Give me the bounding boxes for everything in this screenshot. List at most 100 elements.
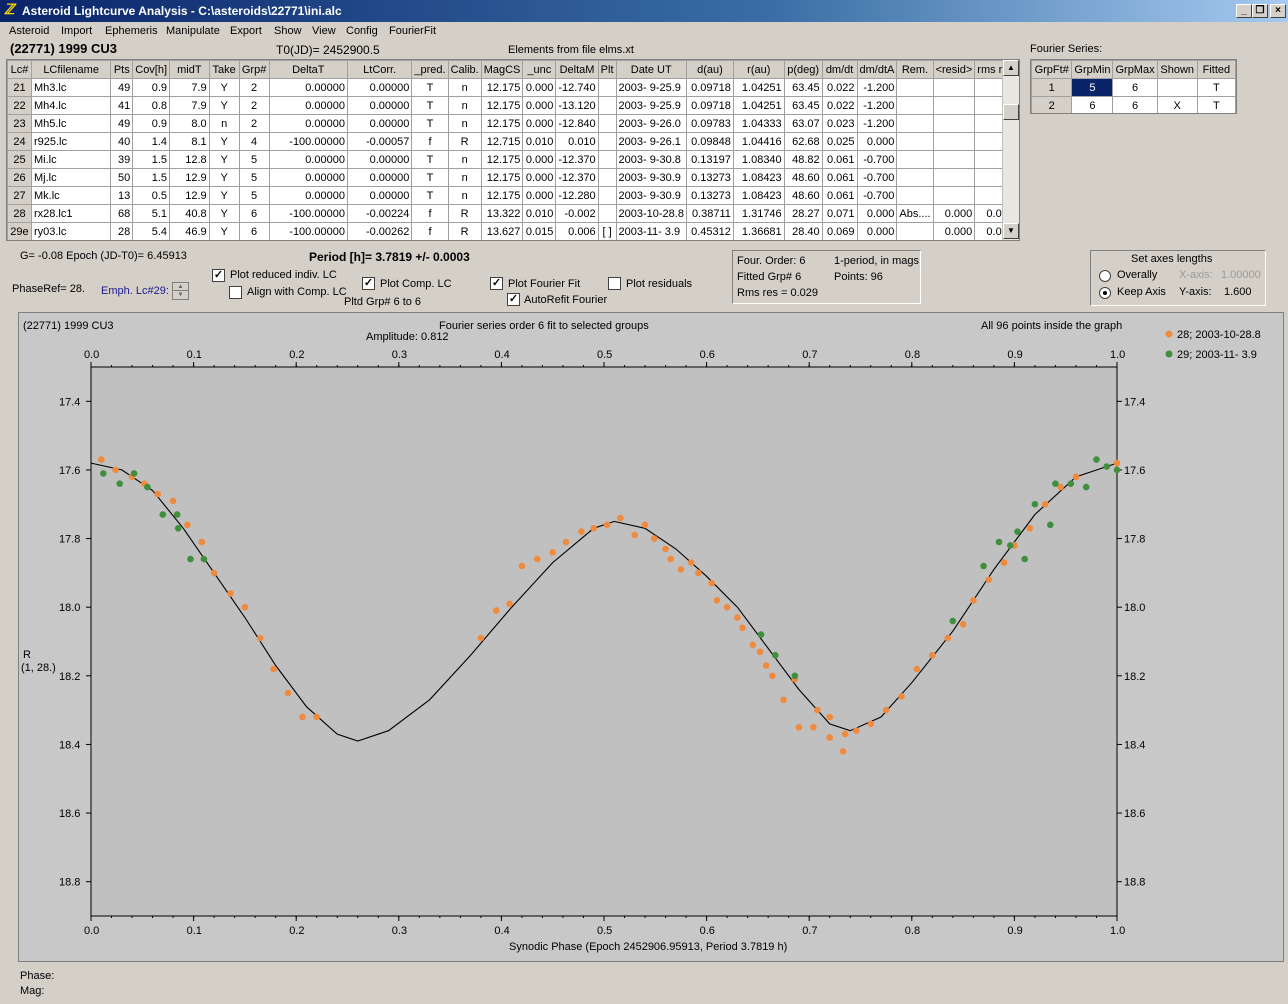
table-cell[interactable]: Y [208,96,240,115]
table-cell[interactable]: 0.061 [821,168,858,187]
row-number-cell[interactable]: 26 [7,168,32,187]
table-cell[interactable]: -12.740 [555,78,599,97]
table-cell[interactable]: 1.04251 [732,96,785,115]
table-cell[interactable]: 13 [110,186,134,205]
table-cell[interactable]: 0.000 [856,204,898,223]
table-cell[interactable] [597,78,617,97]
table-cell[interactable]: 5 [238,150,270,169]
table-cell[interactable]: n [447,78,482,97]
table-cell[interactable]: 0.00000 [268,96,348,115]
table-row[interactable]: 27 Mk.lc 13 0.5 12.9 Y 5 0.00000 0.00000 Tn 12.175… [7,186,1019,205]
table-cell[interactable]: 28 [110,222,134,240]
column-header[interactable]: LCfilename [30,60,112,79]
table-cell[interactable]: -12.280 [555,186,599,205]
table-cell[interactable]: 8.0 [169,114,210,133]
table-cell[interactable]: 2003- 9-26.0 [615,114,687,133]
table-cell[interactable]: 48.82 [783,150,823,169]
table-cell[interactable] [932,78,976,97]
table-cell[interactable]: 0.5 [132,186,171,205]
table-cell[interactable]: n [447,96,482,115]
table-cell[interactable]: 0.023 [821,114,858,133]
table-cell[interactable]: 6 [238,204,270,223]
table-cell[interactable]: 63.45 [783,96,823,115]
table-cell[interactable]: 12.175 [480,150,524,169]
table-cell[interactable]: Y [208,168,240,187]
menu-fourierfit[interactable]: FourierFit [389,25,436,37]
table-cell[interactable] [932,132,976,151]
fourier-column-header[interactable]: GrpFt# [1031,60,1073,79]
table-cell[interactable]: Y [208,222,240,240]
table-cell[interactable]: 40 [110,132,134,151]
table-cell[interactable]: Mh4.lc [30,96,112,115]
fourier-table-cell[interactable]: X [1156,96,1198,113]
table-cell[interactable]: 0.00000 [346,78,413,97]
fourier-table-cell[interactable]: 5 [1071,78,1114,97]
table-cell[interactable]: 0.000 [522,186,557,205]
table-cell[interactable]: Mh3.lc [30,78,112,97]
scroll-thumb[interactable] [1003,104,1019,120]
table-cell[interactable]: 0.00000 [346,168,413,187]
menu-config[interactable]: Config [346,25,378,37]
menu-manipulate[interactable]: Manipulate [166,25,220,37]
scroll-down-icon[interactable]: ▼ [1003,223,1019,239]
table-cell[interactable]: 0.000 [932,222,976,240]
table-cell[interactable]: 12.715 [480,132,524,151]
yaxis-value[interactable]: 1.600 [1224,286,1252,298]
table-cell[interactable]: 1.5 [132,150,171,169]
column-header[interactable]: Take [208,60,240,79]
table-cell[interactable]: -100.00000 [268,132,348,151]
spin-up-icon[interactable]: ▲ [173,283,188,291]
column-header[interactable]: d(au) [685,60,734,79]
table-cell[interactable]: ry03.lc [30,222,112,240]
table-cell[interactable]: 0.006 [555,222,599,240]
table-cell[interactable]: 12.9 [169,186,210,205]
menu-show[interactable]: Show [274,25,302,37]
fourier-column-header[interactable]: GrpMax [1112,60,1158,79]
table-cell[interactable]: 2003- 9-26.1 [615,132,687,151]
table-cell[interactable]: 0.000 [932,204,976,223]
table-cell[interactable]: 0.00000 [346,114,413,133]
table-cell[interactable]: 1.08423 [732,168,785,187]
table-cell[interactable]: 2003- 9-30.8 [615,150,687,169]
column-header[interactable]: Lc# [7,60,32,79]
table-cell[interactable]: 0.061 [821,186,858,205]
table-row[interactable]: 21 Mh3.lc 49 0.9 7.9 Y 2 0.00000 0.00000 Tn 12.175… [7,78,1019,97]
table-row[interactable]: 25 Mi.lc 39 1.5 12.8 Y 5 0.00000 0.00000 Tn 12.175… [7,150,1019,169]
table-cell[interactable]: 68 [110,204,134,223]
table-cell[interactable]: [ ] [597,222,617,240]
table-cell[interactable] [896,96,934,115]
fourier-row-number-cell[interactable]: 2 [1031,96,1073,113]
table-cell[interactable]: 7.9 [169,78,210,97]
table-cell[interactable]: 0.00000 [346,186,413,205]
table-cell[interactable]: 0.8 [132,96,171,115]
table-cell[interactable]: -0.002 [555,204,599,223]
table-cell[interactable] [896,150,934,169]
autorefit-checkbox[interactable]: ✓ [507,293,520,306]
table-cell[interactable]: 0.022 [821,78,858,97]
table-row[interactable]: 26 Mj.lc 50 1.5 12.9 Y 5 0.00000 0.00000 Tn 12.175… [7,168,1019,187]
table-cell[interactable]: 0.09783 [685,114,734,133]
table-cell[interactable]: 4 [238,132,270,151]
table-cell[interactable]: 28.40 [783,222,823,240]
table-cell[interactable]: -12.370 [555,150,599,169]
table-cell[interactable]: 12.175 [480,114,524,133]
row-number-cell[interactable]: 27 [7,186,32,205]
table-cell[interactable] [896,222,934,240]
table-cell[interactable]: 5 [238,186,270,205]
table-cell[interactable]: -1.200 [856,78,898,97]
table-cell[interactable]: R [447,222,482,240]
table-cell[interactable]: 0.000 [856,222,898,240]
table-cell[interactable] [597,132,617,151]
table-cell[interactable]: 1.08423 [732,186,785,205]
table-cell[interactable]: -1.200 [856,114,898,133]
table-cell[interactable]: R [447,132,482,151]
table-cell[interactable] [597,168,617,187]
table-cell[interactable]: T [411,96,449,115]
table-cell[interactable]: 2003-11- 3.9 [615,222,687,240]
table-cell[interactable]: 8.1 [169,132,210,151]
table-cell[interactable]: 0.09718 [685,78,734,97]
table-cell[interactable]: 1.08340 [732,150,785,169]
table-cell[interactable]: 41 [110,96,134,115]
fourier-column-header[interactable]: Fitted [1196,60,1236,79]
fourier-series-table[interactable]: GrpFt# GrpMin GrpMax Shown Fitted 156T266XT [1030,59,1237,114]
